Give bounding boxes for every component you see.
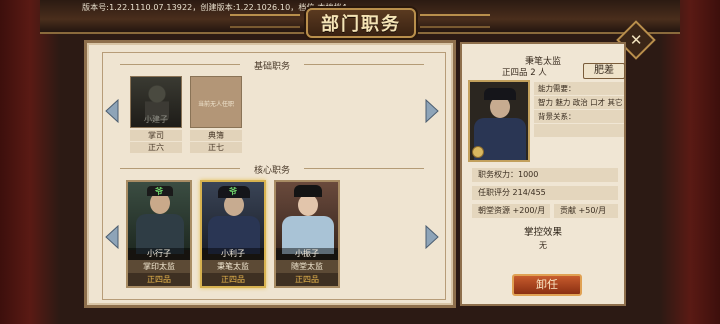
- favor-badge: 爷: [155, 187, 163, 196]
- resource-row: 朝堂资源 +200/月: [472, 204, 550, 218]
- slot-rank: 正四品: [276, 273, 338, 286]
- basic-next-arrow-icon[interactable]: [424, 99, 440, 123]
- divider-line: [304, 64, 424, 65]
- slot-character-name: 小振子: [276, 248, 338, 260]
- slot-rank: 正四品: [128, 273, 190, 286]
- slot-post-name: 掌印太监: [128, 260, 190, 273]
- core-section-title: 核心职务: [253, 166, 290, 176]
- slot-post-name: 秉笔太监: [202, 260, 264, 273]
- perk-button[interactable]: 肥差: [583, 63, 625, 79]
- title-plaque: 部门职务: [306, 8, 416, 38]
- requirements-box: 能力需要： 智力 魅力 政治 口才 其它 背景关系：: [534, 82, 624, 144]
- control-effect-title: 掌控效果: [523, 227, 562, 238]
- core-slot-3[interactable]: 小振子 随堂太监 正四品: [274, 180, 340, 288]
- favor-badge: 爷: [229, 187, 237, 196]
- basic-section-title: 基础职务: [253, 62, 290, 72]
- core-slot-2[interactable]: 爷 小利子 秉笔太监 正四品: [200, 180, 266, 288]
- divider-line: [120, 64, 240, 65]
- slot-post-name: 随堂太监: [276, 260, 338, 273]
- character-portrait: [276, 182, 338, 254]
- core-prev-arrow-icon[interactable]: [104, 225, 120, 249]
- control-effect-value: 无: [539, 241, 547, 250]
- requirements-label: 能力需要：: [534, 82, 624, 95]
- slot-post-name: 典簿: [190, 130, 242, 141]
- slot-post-name: 掌司: [130, 130, 182, 141]
- slot-rank: 正四品: [202, 273, 264, 286]
- close-diamond-icon: ✕: [629, 30, 643, 49]
- slot-rank: 正七: [190, 142, 242, 153]
- slot-character-name: 小利子: [202, 248, 264, 260]
- divider-line: [304, 168, 424, 169]
- basic-prev-arrow-icon[interactable]: [104, 99, 120, 123]
- score-row: 任职评分 214/455: [472, 186, 618, 200]
- slot-character-name: 小建子: [144, 115, 168, 124]
- detail-rank-count: 正四品 2 人: [502, 68, 547, 78]
- slot-rank: 正六: [130, 142, 182, 153]
- page-title: 部门职务: [321, 14, 401, 35]
- medal-icon: [472, 146, 484, 158]
- background-value: [534, 124, 624, 137]
- detail-portrait: [468, 80, 530, 162]
- power-row: 职务权力：1000: [472, 168, 618, 182]
- contribution-row: 贡献 +50/月: [554, 204, 618, 218]
- divider-line: [120, 168, 240, 169]
- slot-character-name: 小行子: [128, 248, 190, 260]
- requirements-values: 智力 魅力 政治 口才 其它: [534, 96, 624, 109]
- basic-slot-2[interactable]: 当前无人任职: [190, 76, 242, 128]
- detail-panel: 秉笔太监 正四品 2 人 肥差 能力需要： 智力 魅力 政治 口才 其它 背景关…: [460, 42, 626, 306]
- background-label: 背景关系：: [534, 110, 624, 123]
- empty-slot-text: 当前无人任职: [197, 101, 234, 108]
- core-slot-1[interactable]: 爷 小行子 掌印太监 正四品: [126, 180, 192, 288]
- title-wing-right: [420, 14, 490, 28]
- dismiss-button[interactable]: 卸任: [512, 274, 582, 296]
- title-wing-left: [230, 14, 300, 28]
- basic-slot-1[interactable]: 小建子: [130, 76, 182, 128]
- core-next-arrow-icon[interactable]: [424, 225, 440, 249]
